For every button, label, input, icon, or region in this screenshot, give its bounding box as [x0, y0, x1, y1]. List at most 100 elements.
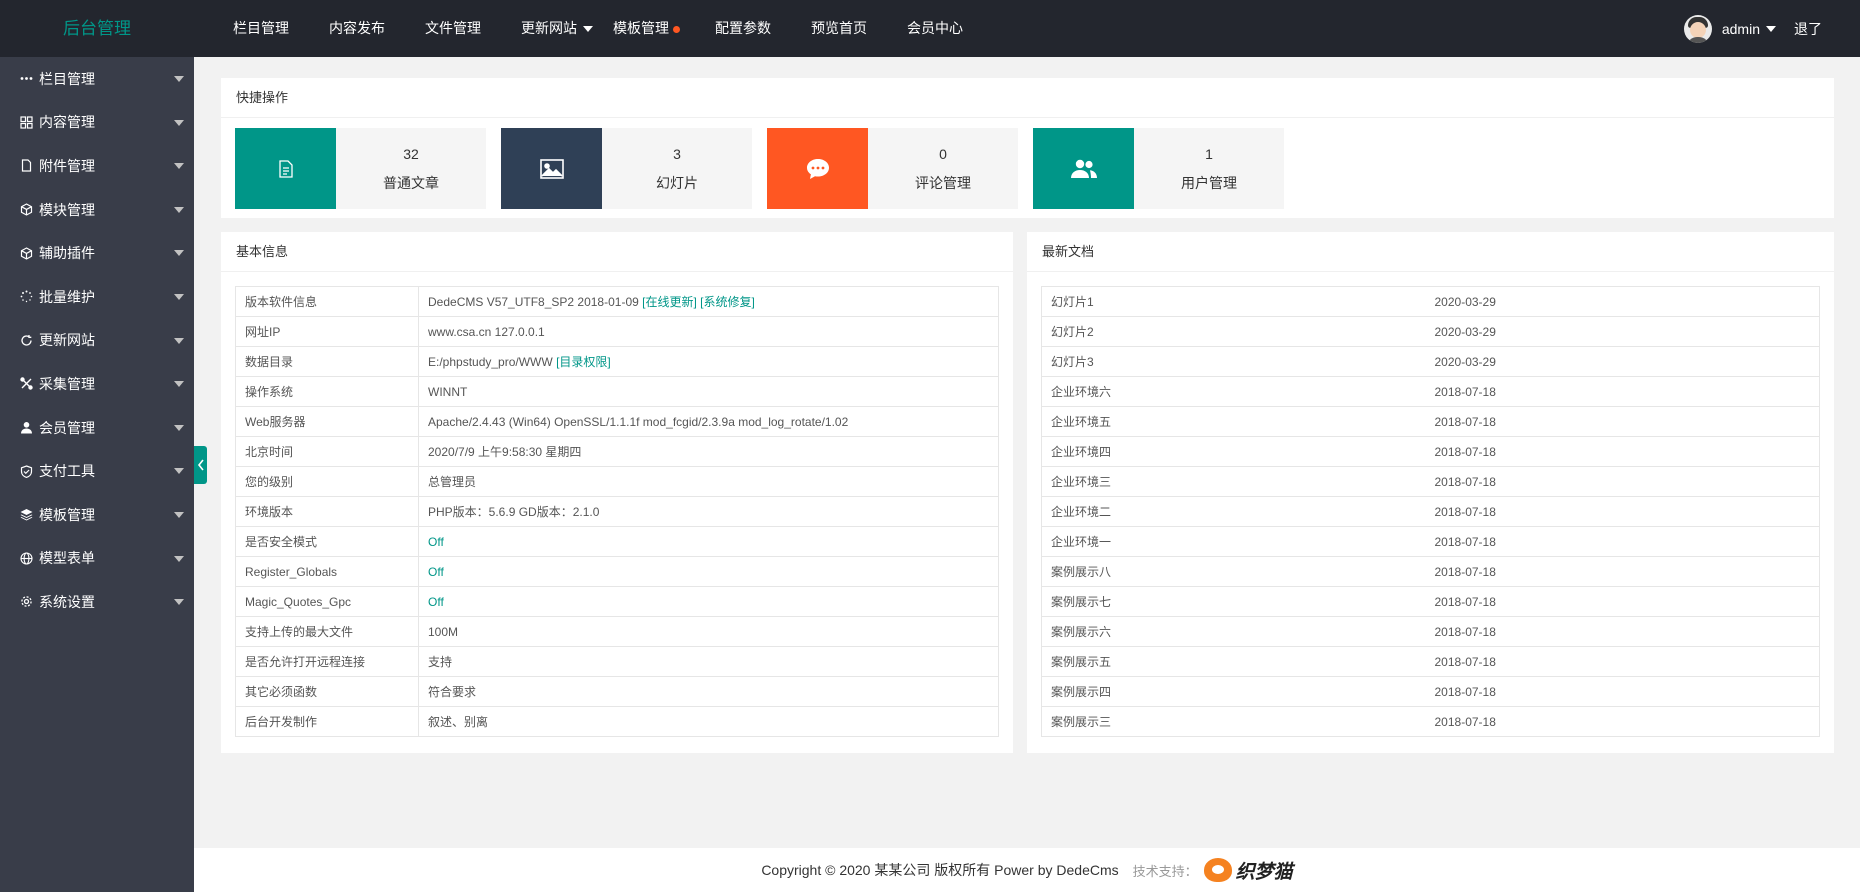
info-value: WINNT — [418, 376, 999, 407]
system-repair-link[interactable]: [系统修复] — [700, 295, 755, 309]
nav-item-files[interactable]: 文件管理 — [405, 0, 501, 57]
info-value-text: DedeCMS V57_UTF8_SP2 2018-01-09 — [428, 295, 639, 309]
stat-card-users[interactable]: 1 用户管理 — [1033, 128, 1284, 209]
nav-item-update-site[interactable]: 更新网站 — [501, 0, 603, 57]
document-icon — [235, 128, 336, 209]
info-value: E:/phpstudy_pro/WWW [目录权限] — [418, 346, 999, 377]
stat-card-slides[interactable]: 3 幻灯片 — [501, 128, 752, 209]
sidebar-item-forms[interactable]: 模型表单 — [0, 537, 194, 581]
brand-logo[interactable]: 织梦猫 — [1203, 857, 1293, 884]
info-key: 其它必须函数 — [235, 676, 419, 707]
user-name[interactable]: admin — [1722, 21, 1760, 37]
doc-date: 2020-03-29 — [1425, 286, 1820, 317]
table-row[interactable]: 企业环境六 2018-07-18 — [1041, 376, 1820, 407]
doc-title[interactable]: 案例展示八 — [1041, 556, 1426, 587]
sidebar-item-attachments[interactable]: 附件管理 — [0, 144, 194, 188]
info-key: Register_Globals — [235, 556, 419, 587]
nav-label: 会员中心 — [907, 20, 963, 36]
table-row[interactable]: 案例展示六 2018-07-18 — [1041, 616, 1820, 647]
sidebar-item-settings[interactable]: 系统设置 — [0, 580, 194, 624]
nav-item-member[interactable]: 会员中心 — [887, 0, 983, 57]
doc-title[interactable]: 企业环境二 — [1041, 496, 1426, 527]
sidebar-item-label: 辅助插件 — [39, 245, 95, 262]
sidebar-item-members[interactable]: 会员管理 — [0, 406, 194, 450]
info-key: Web服务器 — [235, 406, 419, 437]
logout-link[interactable]: 退了 — [1794, 19, 1822, 39]
sidebar-item-templates[interactable]: 模板管理 — [0, 493, 194, 537]
table-row[interactable]: 幻灯片1 2020-03-29 — [1041, 286, 1820, 317]
notification-dot-icon — [673, 25, 680, 33]
stat-card-articles[interactable]: 32 普通文章 — [235, 128, 486, 209]
table-row[interactable]: 幻灯片3 2020-03-29 — [1041, 346, 1820, 377]
doc-title[interactable]: 企业环境五 — [1041, 406, 1426, 437]
sidebar-collapse-toggle[interactable] — [194, 446, 207, 484]
table-row[interactable]: 案例展示四 2018-07-18 — [1041, 676, 1820, 707]
table-row[interactable]: 企业环境二 2018-07-18 — [1041, 496, 1820, 527]
doc-title[interactable]: 案例展示四 — [1041, 676, 1426, 707]
info-key: 后台开发制作 — [235, 706, 419, 737]
nav-item-publish[interactable]: 内容发布 — [309, 0, 405, 57]
latest-docs-panel: 最新文档 幻灯片1 2020-03-29 幻灯片2 2020-03-29 幻灯片3 2… — [1027, 232, 1834, 753]
doc-title[interactable]: 案例展示六 — [1041, 616, 1426, 647]
cube-icon — [20, 246, 33, 260]
sidebar-item-payment[interactable]: 支付工具 — [0, 449, 194, 493]
table-row[interactable]: 案例展示三 2018-07-18 — [1041, 706, 1820, 737]
sidebar-item-modules[interactable]: 模块管理 — [0, 188, 194, 232]
sidebar-item-update-site[interactable]: 更新网站 — [0, 319, 194, 363]
tools-icon — [20, 377, 33, 391]
chevron-down-icon[interactable] — [1766, 25, 1776, 32]
doc-title[interactable]: 幻灯片2 — [1041, 316, 1426, 347]
table-row: 网址IP www.csa.cn 127.0.0.1 — [235, 316, 999, 347]
doc-date: 2018-07-18 — [1425, 586, 1820, 617]
table-row: 环境版本 PHP版本：5.6.9 GD版本：2.1.0 — [235, 496, 999, 527]
nav-item-templates[interactable]: 模板管理 — [603, 0, 695, 57]
doc-title[interactable]: 案例展示七 — [1041, 586, 1426, 617]
table-row[interactable]: 案例展示七 2018-07-18 — [1041, 586, 1820, 617]
table-row[interactable]: 案例展示八 2018-07-18 — [1041, 556, 1820, 587]
table-row: 是否允许打开远程连接 支持 — [235, 646, 999, 677]
doc-title[interactable]: 企业环境三 — [1041, 466, 1426, 497]
sidebar-item-plugins[interactable]: 辅助插件 — [0, 231, 194, 275]
online-update-link[interactable]: [在线更新] — [642, 295, 697, 309]
doc-title[interactable]: 案例展示三 — [1041, 706, 1426, 737]
dir-permission-link[interactable]: [目录权限] — [556, 355, 611, 369]
doc-title[interactable]: 幻灯片1 — [1041, 286, 1426, 317]
table-row: Magic_Quotes_Gpc Off — [235, 586, 999, 617]
chevron-down-icon — [174, 511, 184, 518]
info-key: 数据目录 — [235, 346, 419, 377]
logo[interactable]: 后台管理 — [0, 0, 194, 57]
info-key: 版本软件信息 — [235, 286, 419, 317]
sidebar-item-collect[interactable]: 采集管理 — [0, 362, 194, 406]
nav-item-preview[interactable]: 预览首页 — [791, 0, 887, 57]
globe-icon — [20, 552, 33, 565]
nav-item-config[interactable]: 配置参数 — [695, 0, 791, 57]
doc-title[interactable]: 企业环境六 — [1041, 376, 1426, 407]
table-row[interactable]: 企业环境五 2018-07-18 — [1041, 406, 1820, 437]
info-key: 操作系统 — [235, 376, 419, 407]
cat-logo-icon — [1203, 858, 1232, 882]
chevron-down-icon — [174, 599, 184, 606]
nav-item-column[interactable]: 栏目管理 — [213, 0, 309, 57]
nav-label: 更新网站 — [521, 20, 577, 36]
avatar[interactable] — [1683, 14, 1712, 43]
table-row[interactable]: 企业环境一 2018-07-18 — [1041, 526, 1820, 557]
footer: Copyright © 2020 某某公司 版权所有 Power by Dede… — [194, 848, 1860, 892]
sidebar-item-column[interactable]: 栏目管理 — [0, 57, 194, 101]
table-row[interactable]: 企业环境三 2018-07-18 — [1041, 466, 1820, 497]
sidebar-item-label: 支付工具 — [39, 463, 95, 480]
stat-card-comments[interactable]: 0 评论管理 — [767, 128, 1018, 209]
sidebar-item-content[interactable]: 内容管理 — [0, 101, 194, 145]
chevron-down-icon — [174, 468, 184, 475]
info-key: 您的级别 — [235, 466, 419, 497]
doc-title[interactable]: 幻灯片3 — [1041, 346, 1426, 377]
doc-title[interactable]: 案例展示五 — [1041, 646, 1426, 677]
doc-title[interactable]: 企业环境一 — [1041, 526, 1426, 557]
stat-label: 普通文章 — [383, 175, 439, 191]
table-row[interactable]: 企业环境四 2018-07-18 — [1041, 436, 1820, 467]
doc-date: 2018-07-18 — [1425, 646, 1820, 677]
table-row[interactable]: 案例展示五 2018-07-18 — [1041, 646, 1820, 677]
sidebar-item-batch[interactable]: 批量维护 — [0, 275, 194, 319]
table-row[interactable]: 幻灯片2 2020-03-29 — [1041, 316, 1820, 347]
doc-title[interactable]: 企业环境四 — [1041, 436, 1426, 467]
info-value: www.csa.cn 127.0.0.1 — [418, 316, 999, 347]
